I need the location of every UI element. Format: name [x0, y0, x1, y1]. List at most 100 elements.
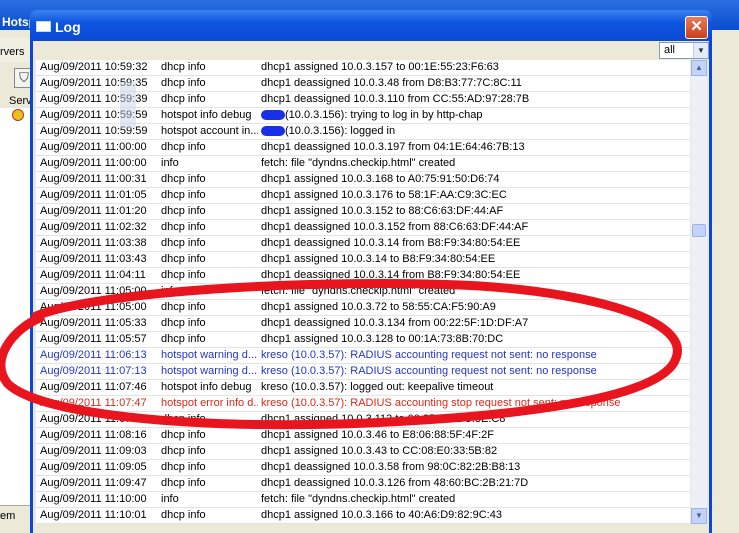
- log-time: Aug/09/2011 11:00:00: [40, 141, 147, 153]
- log-message: fetch: file "dyndns.checkip.html" create…: [261, 157, 456, 169]
- log-row[interactable]: Aug/09/2011 11:03:38 dhcp info dhcp1 deass…: [36, 236, 690, 252]
- background-tab-label: rvers: [0, 46, 25, 58]
- log-row[interactable]: Aug/09/2011 11:01:20 dhcp info dhcp1 assig…: [36, 204, 690, 220]
- log-filter-select[interactable]: all ▼: [659, 42, 709, 59]
- log-time: Aug/09/2011 11:05:00: [40, 301, 147, 313]
- log-row[interactable]: Aug/09/2011 11:07:47 hotspot error info d…: [36, 396, 690, 412]
- log-topics: hotspot info debug: [161, 381, 252, 393]
- log-message: kreso (10.0.3.57): RADIUS accounting req…: [261, 365, 597, 377]
- log-topics: dhcp info: [161, 461, 206, 473]
- log-topics: dhcp info: [161, 93, 206, 105]
- log-time: Aug/09/2011 10:59:59: [40, 109, 148, 121]
- log-topics: dhcp info: [161, 221, 206, 233]
- log-topics: dhcp info: [161, 253, 206, 265]
- window-icon: [36, 21, 51, 32]
- log-row[interactable]: Aug/09/2011 11:00:00 dhcp info dhcp1 deass…: [36, 140, 690, 156]
- log-time: Aug/09/2011 10:59:35: [40, 77, 148, 89]
- log-topics: hotspot info debug: [161, 109, 252, 121]
- log-time: Aug/09/2011 11:07:47: [40, 397, 147, 409]
- log-row[interactable]: Aug/09/2011 11:09:47 dhcp info dhcp1 deass…: [36, 476, 690, 492]
- log-row[interactable]: Aug/09/2011 11:10:00 info fetch: file "dyn…: [36, 492, 690, 508]
- log-row[interactable]: Aug/09/2011 11:02:32 dhcp info dhcp1 deass…: [36, 220, 690, 236]
- log-row[interactable]: Aug/09/2011 11:05:57 dhcp info dhcp1 assig…: [36, 332, 690, 348]
- scroll-up-icon[interactable]: ▲: [691, 60, 707, 76]
- log-window-titlebar[interactable]: Log ✕: [30, 10, 712, 41]
- log-row[interactable]: Aug/09/2011 11:03:43 dhcp info dhcp1 assig…: [36, 252, 690, 268]
- log-row[interactable]: Aug/09/2011 11:04:11 dhcp info dhcp1 deass…: [36, 268, 690, 284]
- log-message: dhcp1 assigned 10.0.3.46 to E8:06:88:5F:…: [261, 429, 494, 441]
- log-row[interactable]: Aug/09/2011 11:00:00 info fetch: file "dyn…: [36, 156, 690, 172]
- log-time: Aug/09/2011 10:59:39: [40, 93, 148, 105]
- log-time: Aug/09/2011 11:04:11: [40, 269, 146, 281]
- log-time: Aug/09/2011 11:08:16: [40, 429, 147, 441]
- log-row[interactable]: Aug/09/2011 10:59:32 dhcp info dhcp1 assig…: [36, 60, 690, 76]
- background-column-label: Serv: [9, 95, 32, 107]
- log-time: Aug/09/2011 11:01:05: [40, 189, 147, 201]
- log-time: Aug/09/2011 11:05:00: [40, 285, 147, 297]
- log-message: dhcp1 assigned 10.0.3.176 to 58:1F:AA:C9…: [261, 189, 507, 201]
- log-filter-value: all: [664, 44, 676, 56]
- log-row[interactable]: Aug/09/2011 11:01:05 dhcp info dhcp1 assig…: [36, 188, 690, 204]
- log-message: dhcp1 deassigned 10.0.3.110 from CC:55:A…: [261, 93, 530, 105]
- close-button[interactable]: ✕: [685, 16, 708, 39]
- log-message: dhcp1 assigned 10.0.3.14 to B8:F9:34:80:…: [261, 253, 496, 265]
- log-time: Aug/09/2011 11:07:46: [40, 381, 147, 393]
- log-topics: hotspot error info d...: [161, 397, 258, 409]
- log-row[interactable]: Aug/09/2011 11:09:05 dhcp info dhcp1 deass…: [36, 460, 690, 476]
- log-list[interactable]: Aug/09/2011 10:59:32 dhcp info dhcp1 assig…: [36, 60, 690, 524]
- log-window-title: Log: [55, 19, 81, 35]
- redaction-mark: [261, 110, 285, 121]
- log-row[interactable]: Aug/09/2011 11:05:00 dhcp info dhcp1 assig…: [36, 300, 690, 316]
- log-message: dhcp1 assigned 10.0.3.157 to 00:1E:55:23…: [261, 61, 499, 73]
- log-row[interactable]: Aug/09/2011 11:07:59 dhcp info dhcp1 assig…: [36, 412, 690, 428]
- log-row[interactable]: Aug/09/2011 11:06:13 hotspot warning d...…: [36, 348, 690, 364]
- log-message: dhcp1 assigned 10.0.3.113 to 00:25:BC:BC…: [261, 413, 506, 425]
- background-status-text: em: [0, 510, 16, 522]
- log-message: dhcp1 deassigned 10.0.3.48 from D8:B3:77…: [261, 77, 522, 89]
- log-topics: hotspot warning d...: [161, 365, 258, 377]
- log-message: dhcp1 assigned 10.0.3.128 to 00:1A:73:8B…: [261, 333, 504, 345]
- log-message-text: (10.0.3.156): trying to log in by http-c…: [285, 109, 483, 121]
- log-row[interactable]: Aug/09/2011 11:05:33 dhcp info dhcp1 deass…: [36, 316, 690, 332]
- log-scrollbar[interactable]: ▲ ▼: [691, 60, 707, 524]
- log-message: dhcp1 deassigned 10.0.3.197 from 04:1E:6…: [261, 141, 525, 153]
- log-row[interactable]: Aug/09/2011 11:05:00 info fetch: file "dyn…: [36, 284, 690, 300]
- log-time: Aug/09/2011 11:01:20: [40, 205, 147, 217]
- status-icon: [12, 109, 24, 121]
- log-topics: hotspot warning d...: [161, 349, 258, 361]
- log-time: Aug/09/2011 10:59:32: [40, 61, 148, 73]
- scrollbar-thumb[interactable]: [692, 224, 706, 237]
- log-topics: dhcp info: [161, 429, 206, 441]
- log-topics: dhcp info: [161, 77, 206, 89]
- log-time: Aug/09/2011 11:09:05: [40, 461, 147, 473]
- log-message: dhcp1 assigned 10.0.3.152 to 88:C6:63:DF…: [261, 205, 504, 217]
- drag-ghost: [120, 82, 136, 128]
- log-topics: dhcp info: [161, 301, 206, 313]
- log-row[interactable]: Aug/09/2011 11:08:16 dhcp info dhcp1 assig…: [36, 428, 690, 444]
- log-topics: info: [161, 285, 179, 297]
- background-right-edge: [712, 30, 739, 533]
- log-topics: dhcp info: [161, 509, 206, 521]
- log-topics: dhcp info: [161, 141, 206, 153]
- log-time: Aug/09/2011 11:03:38: [40, 237, 147, 249]
- log-message: fetch: file "dyndns.checkip.html" create…: [261, 285, 456, 297]
- log-message: (10.0.3.156): logged in: [261, 124, 689, 139]
- log-message: dhcp1 deassigned 10.0.3.58 from 98:0C:82…: [261, 461, 521, 473]
- log-topics: dhcp info: [161, 173, 206, 185]
- log-message: (10.0.3.156): trying to log in by http-c…: [261, 108, 689, 123]
- log-row[interactable]: Aug/09/2011 11:00:31 dhcp info dhcp1 assig…: [36, 172, 690, 188]
- log-time: Aug/09/2011 11:09:03: [40, 445, 147, 457]
- log-row[interactable]: Aug/09/2011 11:07:13 hotspot warning d...…: [36, 364, 690, 380]
- log-time: Aug/09/2011 11:07:59: [40, 413, 147, 425]
- log-time: Aug/09/2011 11:00:00: [40, 157, 147, 169]
- chevron-down-icon[interactable]: ▼: [693, 43, 708, 58]
- log-row[interactable]: Aug/09/2011 11:07:46 hotspot info debug kr…: [36, 380, 690, 396]
- log-row[interactable]: Aug/09/2011 11:10:01 dhcp info dhcp1 assig…: [36, 508, 690, 524]
- log-row[interactable]: Aug/09/2011 11:09:03 dhcp info dhcp1 assig…: [36, 444, 690, 460]
- close-icon: ✕: [690, 18, 703, 35]
- log-message: dhcp1 deassigned 10.0.3.14 from B8:F9:34…: [261, 237, 521, 249]
- log-message: dhcp1 assigned 10.0.3.43 to CC:08:E0:33:…: [261, 445, 498, 457]
- scroll-down-icon[interactable]: ▼: [691, 508, 707, 524]
- log-topics: dhcp info: [161, 61, 206, 73]
- log-time: Aug/09/2011 11:05:57: [40, 333, 147, 345]
